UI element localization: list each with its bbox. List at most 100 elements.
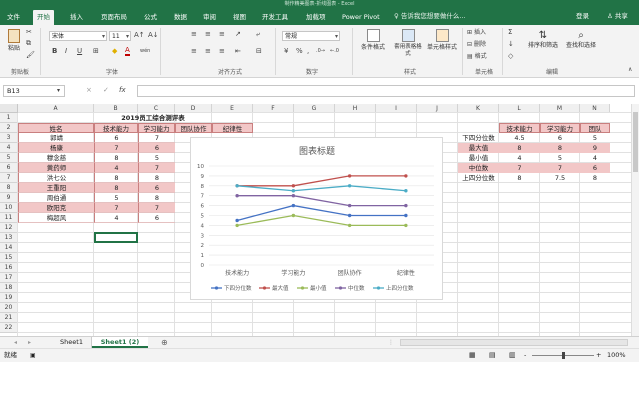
align-right-icon[interactable]: ≡ — [219, 47, 225, 56]
cell-stats-r0c0[interactable]: 下四分位数 — [458, 133, 499, 143]
cell-stats-r4c2[interactable]: 7.5 — [540, 173, 580, 183]
orientation-icon[interactable]: ↗ — [235, 30, 241, 39]
bold-button[interactable]: B — [52, 47, 57, 56]
cell-r8c0[interactable]: 梅超风 — [18, 213, 94, 223]
row-header-17[interactable]: 17 — [0, 273, 18, 283]
cell-stats-r1c2[interactable]: 8 — [540, 143, 580, 153]
row-header-12[interactable]: 12 — [0, 223, 18, 233]
wrap-text-icon[interactable]: ⤶ — [256, 30, 260, 39]
font-color-icon[interactable]: A — [125, 47, 130, 56]
cell-r3c1[interactable]: 4 — [94, 163, 138, 173]
cell-r8c2[interactable]: 6 — [138, 213, 175, 223]
macro-record-icon[interactable]: ▣ — [30, 349, 36, 362]
cell-stats-r1c0[interactable]: 最大值 — [458, 143, 499, 153]
cell-r6c2[interactable]: 8 — [138, 193, 175, 203]
cell-stats-header-2[interactable]: 团队 — [580, 123, 610, 133]
tab-0[interactable]: 文件 — [3, 10, 24, 25]
selected-cell-b13[interactable] — [94, 232, 138, 243]
tab-1[interactable]: 开始 — [33, 10, 54, 25]
cell-r6c0[interactable]: 周伯通 — [18, 193, 94, 203]
row-header-19[interactable]: 19 — [0, 293, 18, 303]
row-header-6[interactable]: 6 — [0, 163, 18, 173]
row-header-2[interactable]: 2 — [0, 123, 18, 133]
tab-7[interactable]: 视图 — [229, 10, 250, 25]
sheet-tab-sheet1[interactable]: Sheet1 — [52, 337, 92, 348]
find-select-button[interactable]: ⌕ 查找和选择 — [563, 29, 599, 49]
cell-stats-r3c2[interactable]: 7 — [540, 163, 580, 173]
cell-r3c0[interactable]: 黄药师 — [18, 163, 94, 173]
row-header-7[interactable]: 7 — [0, 173, 18, 183]
horizontal-scrollbar[interactable] — [400, 339, 628, 346]
row-header-13[interactable]: 13 — [0, 233, 18, 243]
cell-r1c2[interactable]: 6 — [138, 143, 175, 153]
cell-header-3[interactable]: 团队协作 — [175, 123, 212, 133]
normal-view-icon[interactable]: ▦ — [469, 349, 476, 362]
next-sheet-icon[interactable]: ▸ — [28, 338, 31, 347]
row-header-14[interactable]: 14 — [0, 243, 18, 253]
align-top-icon[interactable]: ≡ — [191, 30, 197, 39]
tab-8[interactable]: 开发工具 — [258, 10, 292, 25]
cell-stats-r1c1[interactable]: 8 — [499, 143, 540, 153]
cell-style-button[interactable]: 单元格样式 — [424, 29, 460, 51]
tab-6[interactable]: 审阅 — [199, 10, 220, 25]
italic-button[interactable]: I — [65, 47, 67, 56]
row-header-1[interactable]: 1 — [0, 113, 18, 123]
format-cells-button[interactable]: ▤ 格式 — [467, 52, 487, 61]
fx-icon[interactable]: fx — [119, 86, 126, 95]
zoom-level[interactable]: 100% — [607, 349, 626, 362]
cell-r2c1[interactable]: 8 — [94, 153, 138, 163]
cell-r3c2[interactable]: 7 — [138, 163, 175, 173]
conditional-format-button[interactable]: 条件格式 — [356, 29, 390, 51]
cell-header-1[interactable]: 技术能力 — [94, 123, 138, 133]
zoom-out-button[interactable]: - — [524, 349, 526, 362]
row-header-5[interactable]: 5 — [0, 153, 18, 163]
row-header-20[interactable]: 20 — [0, 303, 18, 313]
cell-r5c1[interactable]: 8 — [94, 183, 138, 193]
scroll-thumb[interactable] — [633, 112, 638, 172]
row-header-18[interactable]: 18 — [0, 283, 18, 293]
cell-r0c0[interactable]: 郭靖 — [18, 133, 94, 143]
cell-stats-header-1[interactable]: 学习能力 — [540, 123, 580, 133]
row-header-8[interactable]: 8 — [0, 183, 18, 193]
border-icon[interactable]: ⊞ — [93, 47, 99, 56]
merge-icon[interactable]: ⊟ — [256, 47, 262, 56]
cell-stats-r3c1[interactable]: 7 — [499, 163, 540, 173]
cell-stats-r2c2[interactable]: 5 — [540, 153, 580, 163]
namebox-dropdown-icon[interactable]: ▾ — [57, 86, 60, 95]
tab-scroll-dots[interactable]: ⋮ — [388, 338, 394, 347]
align-left-icon[interactable]: ≡ — [191, 47, 197, 56]
cell-stats-header-0[interactable]: 技术能力 — [499, 123, 540, 133]
add-sheet-icon[interactable]: ⊕ — [161, 338, 168, 347]
tab-9[interactable]: 加载项 — [302, 10, 330, 25]
line-chart[interactable]: 图表标题 0 1 2 3 4 5 6 7 8 9 10 技术能力 学习能力 团队协作 纪律性 下四分位数 最大值 最… — [190, 137, 443, 300]
cell-stats-r0c2[interactable]: 6 — [540, 133, 580, 143]
row-header-15[interactable]: 15 — [0, 253, 18, 263]
clear-icon[interactable]: ◇ — [508, 52, 513, 61]
cell-r8c1[interactable]: 4 — [94, 213, 138, 223]
row-header-3[interactable]: 3 — [0, 133, 18, 143]
fill-color-icon[interactable]: ◆ — [112, 47, 117, 56]
name-box[interactable]: B13 — [3, 85, 65, 97]
decimal-decrease-icon[interactable]: ←.0 — [330, 47, 339, 56]
cell-r4c2[interactable]: 8 — [138, 173, 175, 183]
font-size-select[interactable]: 11 — [109, 31, 131, 41]
cell-r7c2[interactable]: 7 — [138, 203, 175, 213]
tab-4[interactable]: 公式 — [140, 10, 161, 25]
font-grow-button[interactable]: A↑ — [134, 31, 145, 40]
cell-header-0[interactable]: 姓名 — [18, 123, 94, 133]
decimal-increase-icon[interactable]: .0→ — [316, 47, 325, 56]
number-format-select[interactable]: 常规 — [282, 31, 340, 41]
cell-stats-r1c3[interactable]: 9 — [580, 143, 610, 153]
cell-r2c0[interactable]: 穆念慈 — [18, 153, 94, 163]
copy-icon[interactable]: ⧉ — [26, 39, 31, 48]
table-format-button[interactable]: 套用表格格式 — [393, 29, 423, 58]
cell-stats-r4c1[interactable]: 8 — [499, 173, 540, 183]
cancel-icon[interactable]: × — [86, 86, 92, 95]
tab-3[interactable]: 页面布局 — [97, 10, 131, 25]
tab-10[interactable]: Power Pivot — [338, 10, 384, 25]
vertical-scrollbar[interactable] — [631, 104, 639, 336]
formula-input[interactable] — [137, 85, 635, 97]
row-header-22[interactable]: 22 — [0, 323, 18, 333]
cell-r2c2[interactable]: 5 — [138, 153, 175, 163]
cell-r1c0[interactable]: 杨康 — [18, 143, 94, 153]
